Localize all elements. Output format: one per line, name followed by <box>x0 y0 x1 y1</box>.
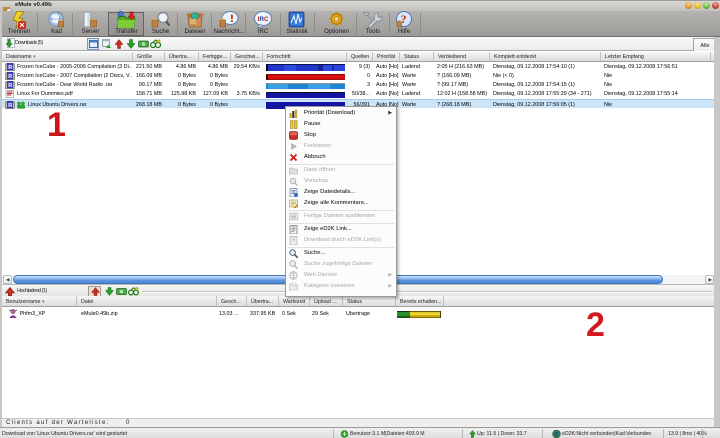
svg-text:R: R <box>8 65 12 71</box>
svg-text:R: R <box>8 74 12 80</box>
svg-text:R: R <box>8 83 12 89</box>
svg-text:R: R <box>8 103 12 109</box>
svg-text:IRC: IRC <box>258 16 270 23</box>
